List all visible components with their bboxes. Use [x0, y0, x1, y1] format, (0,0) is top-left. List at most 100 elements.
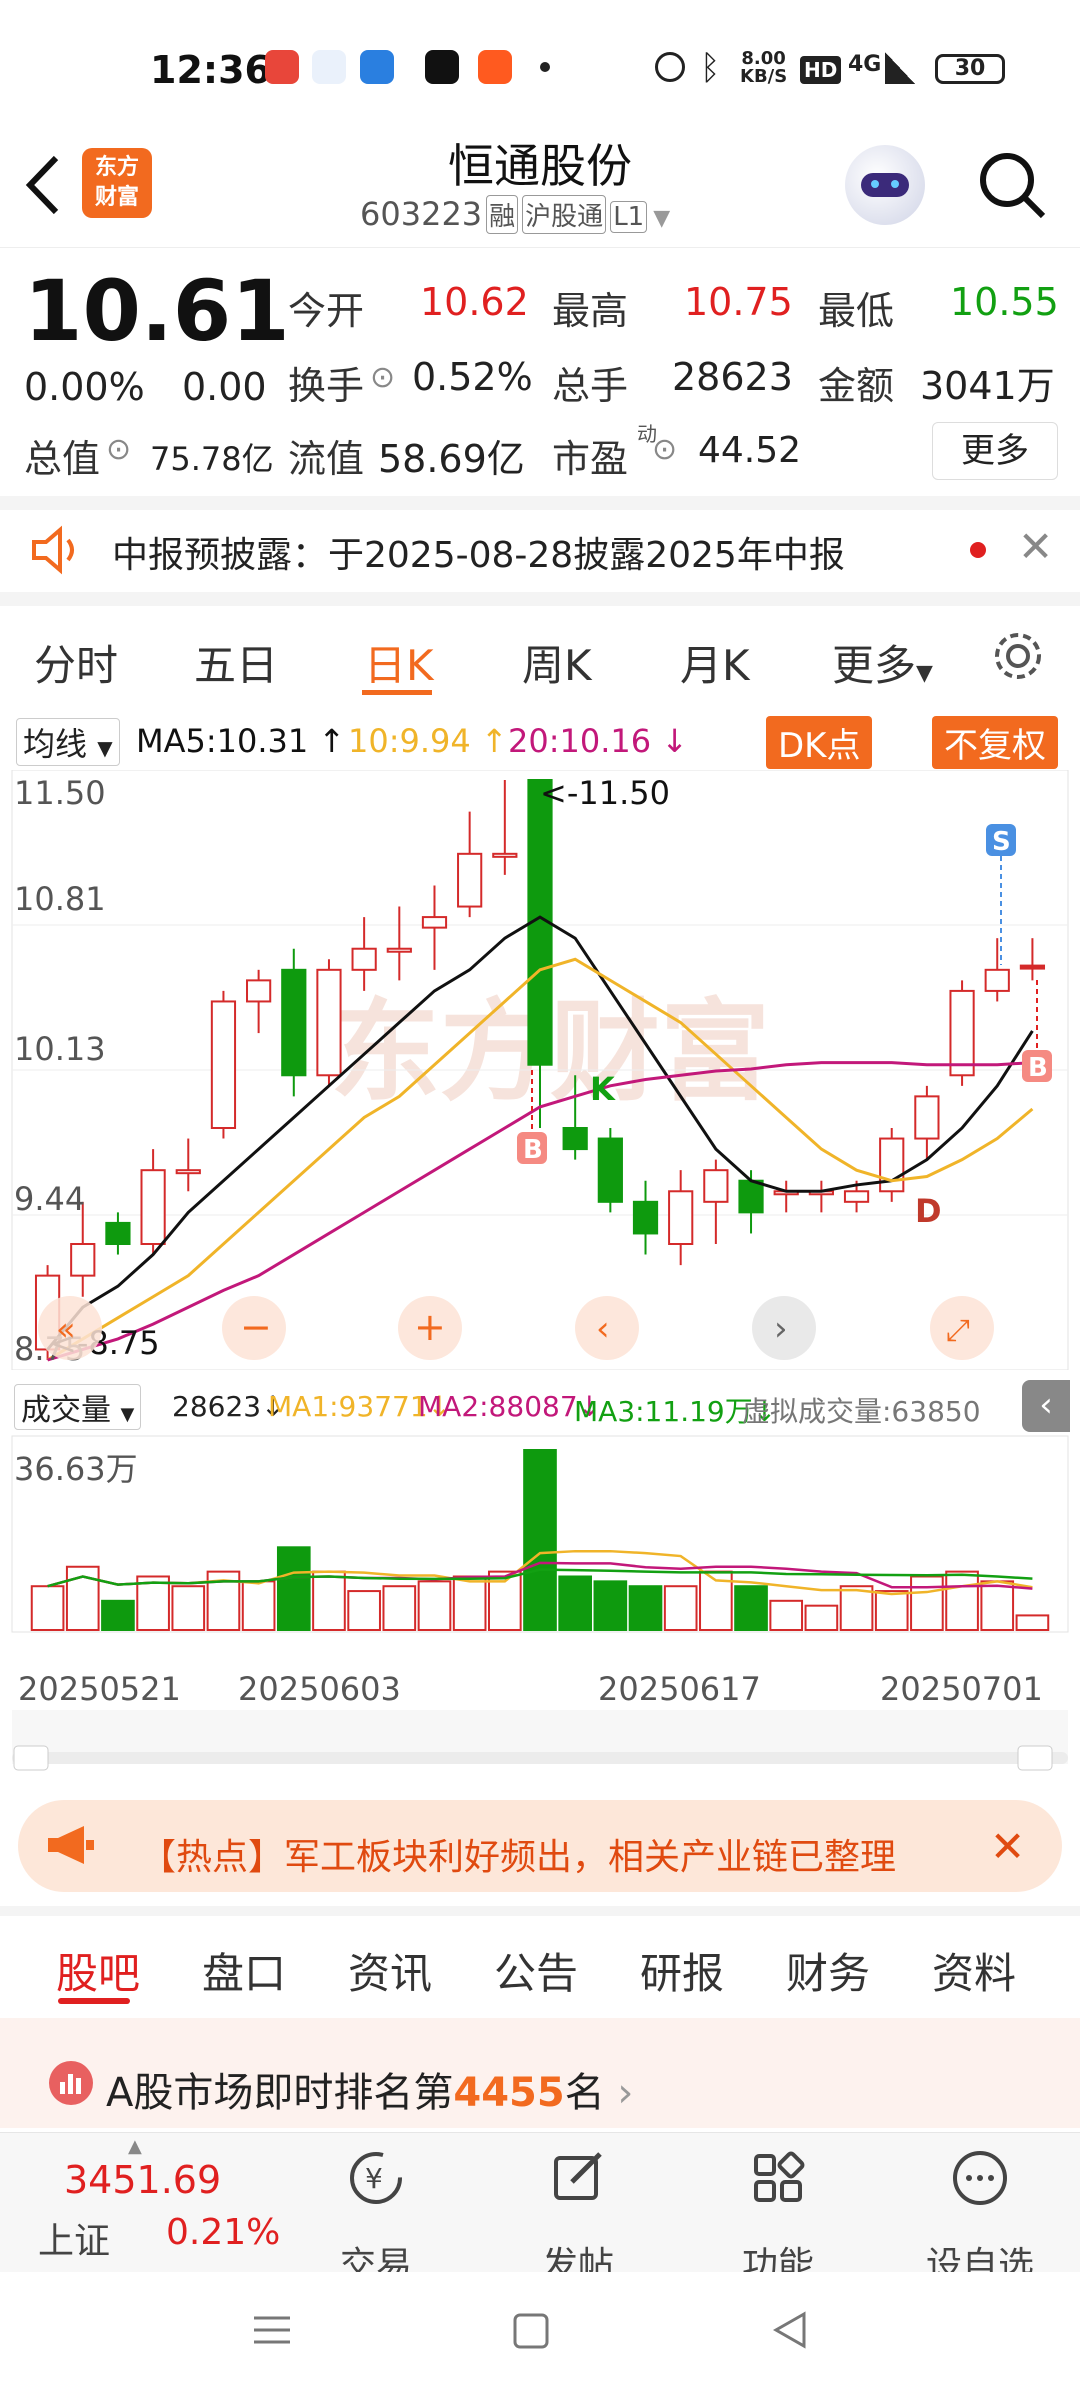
hot-news-text[interactable]: 【热点】军工板块利好频出，相关产业链已整理	[140, 1828, 980, 1880]
battery-icon: 30	[935, 54, 1005, 84]
volume-bar	[136, 1575, 170, 1631]
dk-point-button[interactable]: DK点	[766, 716, 873, 769]
tab-five-day[interactable]: 五日	[194, 632, 278, 693]
current-price: 10.61	[24, 262, 290, 360]
divider	[0, 496, 1080, 510]
info-icon[interactable]: ⊙	[106, 432, 131, 467]
d-signal: D	[915, 1192, 942, 1230]
grid-function-icon[interactable]	[748, 2148, 808, 2208]
range-handle-left[interactable]	[13, 1745, 49, 1771]
candle-body	[105, 1221, 131, 1245]
signal-label: 4G	[848, 52, 882, 77]
label-pe: 市盈	[552, 437, 629, 481]
megaphone-icon	[48, 1826, 94, 1864]
video-app-icon	[478, 50, 512, 84]
range-handle-right[interactable]	[1017, 1745, 1053, 1771]
value-total-value: 75.78亿	[150, 440, 274, 478]
candle-body	[457, 852, 483, 908]
candle-body	[738, 1179, 764, 1214]
volume-bar	[734, 1585, 768, 1631]
candle-body	[843, 1190, 870, 1203]
tab-weekly-k[interactable]: 周K	[522, 632, 592, 693]
home-square-icon[interactable]	[512, 2312, 550, 2350]
value-low: 10.55	[950, 280, 1059, 324]
volume-bars-group	[30, 1449, 1050, 1632]
tab-research[interactable]: 研报	[640, 1940, 724, 2001]
tag-hk-connect: 沪股通	[522, 195, 607, 234]
post-edit-icon[interactable]	[548, 2148, 608, 2208]
label-total-value: 总值	[24, 437, 101, 481]
index-change: 0.21%	[166, 2212, 281, 2253]
no-adjust-button[interactable]: 不复权	[932, 716, 1058, 769]
tab-announcements[interactable]: 公告	[494, 1940, 578, 2001]
value-high: 10.75	[684, 280, 793, 324]
label-amount: 金额	[818, 364, 895, 408]
volume-bar	[417, 1580, 452, 1631]
tab-monthly-k[interactable]: 月K	[680, 632, 750, 693]
sell-signal[interactable]: S	[986, 824, 1016, 965]
volume-bar	[839, 1585, 874, 1631]
tab-more[interactable]: 更多▼	[832, 632, 933, 693]
search-icon[interactable]	[975, 148, 1049, 222]
y-tick-max: 11.50	[14, 774, 106, 812]
stock-name: 恒通股份	[448, 139, 632, 193]
range-slider[interactable]	[12, 1752, 1068, 1764]
change-value: 0.00	[182, 365, 267, 409]
buy-signal[interactable]: B	[1022, 980, 1052, 1083]
svg-text:¥: ¥	[365, 2162, 383, 2195]
volume-bar	[523, 1449, 557, 1631]
x-date-label: 20250617	[598, 1670, 761, 1708]
bird-app-icon	[360, 50, 394, 84]
close-icon[interactable]: ✕	[990, 1822, 1025, 1871]
trade-icon[interactable]: ¥	[346, 2148, 406, 2208]
index-name: 上证	[38, 2221, 111, 2262]
ma-selector[interactable]: 均线 ▼	[16, 718, 120, 766]
tab-order-book[interactable]: 盘口	[202, 1940, 286, 2001]
ma20-value: 20:10.16 ↓	[508, 722, 689, 760]
tab-news[interactable]: 资讯	[348, 1940, 432, 2001]
stock-code-row[interactable]: 603223 融沪股通 L1 ▼	[360, 195, 670, 234]
caret-down-icon: ▼	[916, 661, 933, 686]
more-dot-icon	[540, 62, 550, 72]
candle-body	[668, 1190, 694, 1246]
candle-body	[140, 1169, 166, 1246]
volume-bar	[874, 1590, 909, 1632]
tab-guba[interactable]: 股吧	[56, 1940, 140, 2001]
back-arrow-icon[interactable]	[22, 150, 62, 220]
svg-text:B: B	[523, 1135, 543, 1165]
status-bar: 12:36 ᛒ 8.00 KB/S HD 4G 30	[0, 0, 1080, 120]
tab-daily-k[interactable]: 日K	[364, 632, 434, 693]
more-button[interactable]: 更多	[932, 422, 1058, 480]
tab-finance[interactable]: 财务	[786, 1940, 870, 2001]
ma20-line	[47, 1061, 1033, 1362]
kline-chart[interactable]: 东方财富 11.50 10.81 10.13 9.44 8.75 <-11.50…	[0, 770, 1080, 1370]
close-icon[interactable]: ✕	[1018, 522, 1053, 571]
tab-profile[interactable]: 资料	[932, 1940, 1016, 2001]
back-triangle-icon[interactable]	[770, 2310, 810, 2350]
settings-gear-icon[interactable]	[990, 628, 1046, 684]
index-value[interactable]: 3451.69	[64, 2158, 221, 2202]
tab-intraday[interactable]: 分时	[34, 632, 118, 693]
high-marker: <-11.50	[540, 774, 670, 812]
candle-body	[246, 979, 272, 1003]
value-float-value: 58.69亿	[378, 437, 525, 481]
candle-body	[562, 1127, 588, 1151]
volume-bar	[312, 1570, 346, 1632]
volume-chart: 36.63万 20250521 20250603 20250617 202507…	[11, 1435, 1069, 1771]
volume-bar	[910, 1575, 944, 1631]
more-circle-icon[interactable]	[950, 2148, 1010, 2208]
x-date-label: 20250701	[880, 1670, 1043, 1708]
info-icon[interactable]: ⊙	[370, 360, 395, 395]
candle-body	[597, 1137, 623, 1203]
info-icon[interactable]: ⊙	[652, 432, 677, 467]
ai-robot-avatar[interactable]	[845, 145, 925, 225]
k-signal: K	[590, 1070, 616, 1108]
volume-bar	[1015, 1614, 1050, 1632]
candle-body	[632, 1200, 659, 1235]
divider	[0, 247, 1080, 248]
x-date-label: 20250603	[238, 1670, 401, 1708]
menu-lines-icon[interactable]	[252, 2310, 292, 2350]
notice-text[interactable]: 中报预披露：于2025-08-28披露2025年中报	[112, 526, 845, 578]
label-open: 今开	[288, 289, 365, 333]
change-pct: 0.00%	[24, 365, 145, 409]
